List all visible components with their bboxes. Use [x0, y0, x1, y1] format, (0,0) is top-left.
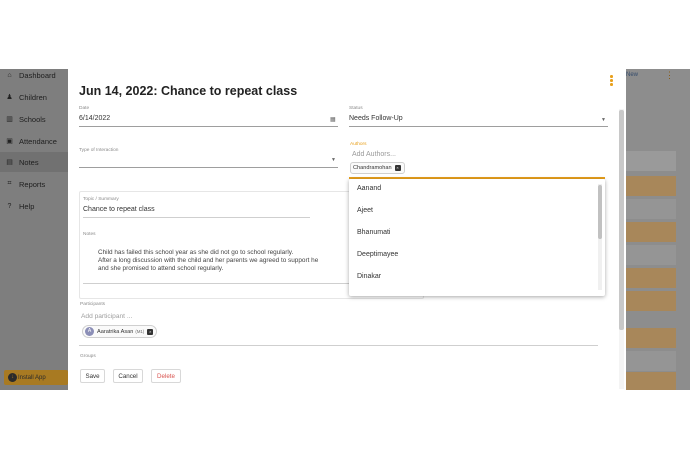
notes-line: After a long discussion with the child a… [98, 257, 319, 265]
status-label: Status [349, 106, 363, 111]
school-icon: ▥ [6, 116, 13, 123]
sidebar-item-label: Schools [19, 114, 46, 124]
author-chip-label: Chandramohan [353, 165, 392, 171]
background-kebab-icon: ⋮ [665, 70, 674, 80]
notes-underline [83, 283, 349, 284]
sidebar-item-dashboard[interactable]: ⌂ Dashboard [0, 69, 68, 85]
home-icon: ⌂ [7, 71, 12, 79]
more-options-icon[interactable] [610, 75, 614, 87]
note-dialog: Jun 14, 2022: Chance to repeat class Dat… [68, 69, 626, 390]
type-underline [79, 167, 338, 168]
avatar: A [85, 327, 94, 336]
sidebar-item-label: Notes [19, 157, 39, 167]
calendar-icon[interactable]: ▦ [330, 116, 336, 123]
sidebar-item-label: Help [19, 201, 35, 211]
topic-input[interactable]: Chance to repeat class [83, 206, 155, 213]
delete-button[interactable]: Delete [151, 369, 181, 383]
groups-label: Groups [80, 354, 96, 359]
participants-underline [79, 345, 598, 346]
sidebar-item-schools[interactable]: ▥ Schools [0, 109, 68, 129]
notes-label: Notes [83, 232, 96, 237]
type-of-interaction-label: Type of Interaction [79, 148, 119, 153]
background-row [626, 245, 676, 265]
cancel-button[interactable]: Cancel [113, 369, 143, 383]
install-app-button[interactable]: ↓ Install App [4, 370, 68, 385]
background-row [626, 372, 676, 390]
help-icon: ? [7, 202, 12, 210]
save-button[interactable]: Save [80, 369, 105, 383]
background-row [626, 176, 676, 196]
topic-underline [83, 217, 310, 218]
sidebar-item-children[interactable]: ♟ Children [0, 87, 68, 107]
notes-line: Child has failed this school year as she… [98, 249, 294, 256]
sidebar-item-label: Children [19, 92, 47, 102]
participants-label: Participants [80, 302, 106, 307]
background-row [626, 328, 676, 348]
topic-label: Topic / Summary [83, 197, 119, 202]
authors-input[interactable]: Add Authors... [352, 151, 396, 158]
background-row [626, 151, 676, 171]
background-row [626, 351, 676, 371]
status-underline [349, 126, 608, 127]
authors-option[interactable]: Ajeet [357, 207, 373, 214]
remove-participant-icon[interactable]: × [147, 328, 154, 335]
sidebar-item-reports[interactable]: ⌗ Reports [0, 174, 68, 194]
authors-label: Authors [350, 142, 367, 147]
participants-input[interactable]: Add participant ... [81, 313, 132, 320]
participant-chip-class: (M1) [135, 329, 145, 334]
new-button: New [626, 72, 639, 78]
cloud-download-icon: ↓ [8, 373, 17, 382]
background-row [626, 222, 676, 242]
notes-icon: ▤ [6, 159, 13, 166]
attendance-icon: ▣ [6, 138, 13, 145]
dialog-title: Jun 14, 2022: Chance to repeat class [79, 84, 298, 98]
date-label: Date [79, 106, 90, 111]
install-app-label: Install App [18, 374, 46, 381]
participant-chip-name: Aaratrika Asan [97, 328, 134, 335]
app-screen: ⌂ Dashboard ♟ Children ▥ Schools ▣ Atten… [0, 69, 690, 390]
dropdown-scrollbar-thumb[interactable] [598, 185, 602, 239]
sidebar-item-label: Attendance [19, 136, 57, 146]
date-underline [79, 126, 338, 127]
dialog-scrollbar-thumb[interactable] [619, 110, 624, 330]
sidebar-item-help[interactable]: ? Help [0, 196, 68, 216]
remove-author-icon[interactable]: × [394, 165, 401, 171]
background-row [626, 199, 676, 219]
authors-dropdown: Aanand Ajeet Bhanumati Deeptimayee Dinak… [349, 179, 605, 296]
authors-option[interactable]: Bhanumati [357, 229, 390, 236]
notes-textarea[interactable]: Child has failed this school year as she… [98, 249, 378, 274]
participant-chip: A Aaratrika Asan (M1) × [82, 325, 158, 338]
chevron-down-icon[interactable]: ▼ [331, 157, 336, 163]
date-field[interactable]: 6/14/2022 [79, 115, 110, 122]
sidebar: ⌂ Dashboard ♟ Children ▥ Schools ▣ Atten… [0, 69, 68, 390]
authors-option[interactable]: Dinakar [357, 273, 381, 280]
background-row [626, 268, 676, 288]
sidebar-item-attendance[interactable]: ▣ Attendance [0, 131, 68, 151]
child-icon: ♟ [6, 94, 13, 101]
status-select[interactable]: Needs Follow-Up [349, 115, 403, 122]
sidebar-item-label: Dashboard [19, 70, 56, 80]
authors-option[interactable]: Deeptimayee [357, 251, 398, 258]
chart-icon: ⌗ [7, 180, 12, 187]
chevron-down-icon[interactable]: ▼ [601, 117, 606, 123]
authors-option[interactable]: Aanand [357, 185, 381, 192]
notes-line: and she promised to attend school regula… [98, 265, 224, 273]
sidebar-item-label: Reports [19, 179, 46, 189]
sidebar-item-notes[interactable]: ▤ Notes [0, 152, 68, 172]
author-chip: Chandramohan × [350, 162, 405, 174]
background-row [626, 291, 676, 311]
